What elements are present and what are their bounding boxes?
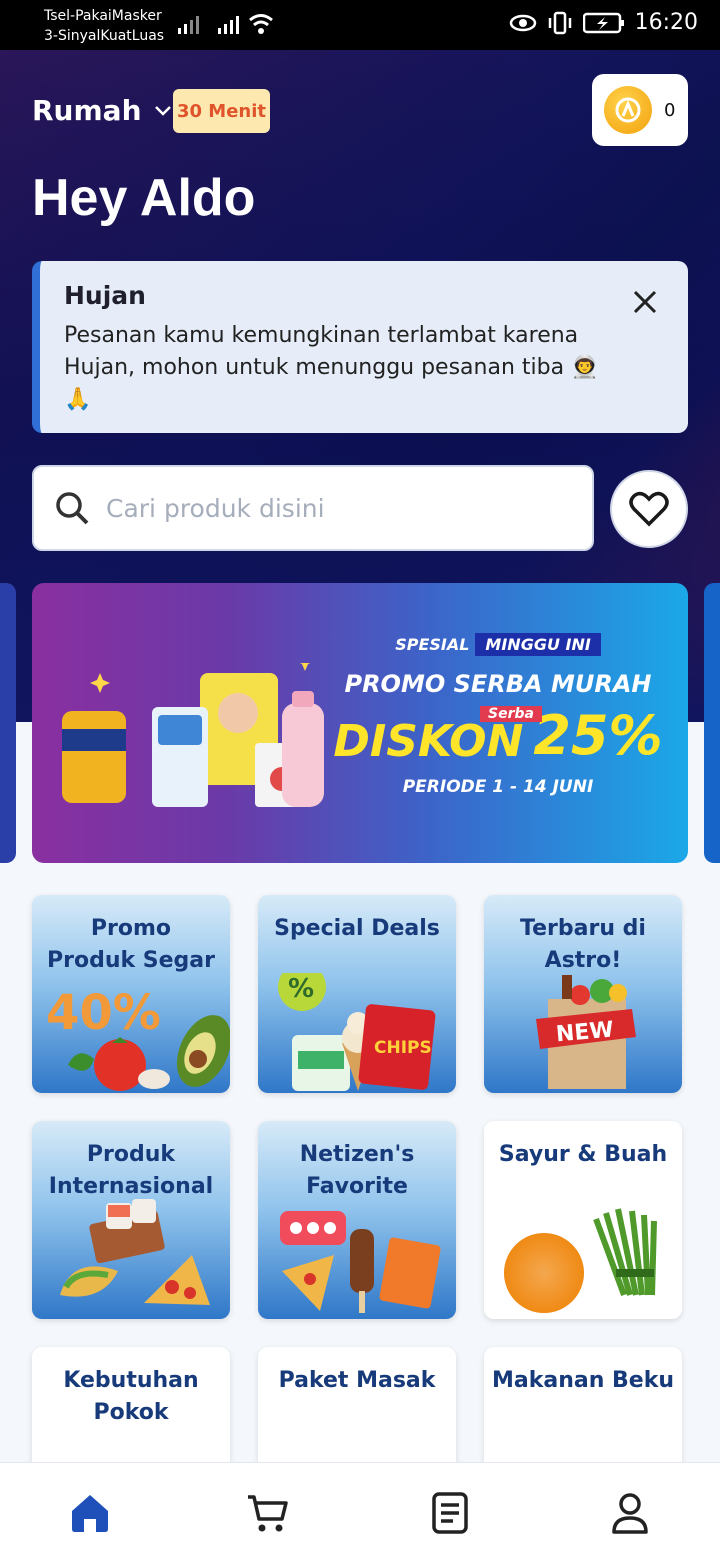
- category-label: Promo Produk Segar: [47, 916, 215, 973]
- location-selector[interactable]: Rumah: [32, 94, 172, 127]
- coin-count: 0: [664, 99, 676, 121]
- promo-40-text: 40%: [46, 985, 161, 1041]
- close-icon[interactable]: [630, 287, 660, 317]
- signal-icon: [218, 16, 239, 34]
- category-label: Terbaru di Astro!: [520, 916, 646, 973]
- category-label: Special Deals: [274, 916, 440, 941]
- category-promo-produk-segar[interactable]: Promo Produk Segar 40%: [32, 895, 230, 1093]
- banner-percent: 25%: [533, 704, 663, 767]
- banner-serba: Serba: [480, 706, 542, 722]
- home-icon[interactable]: [68, 1491, 112, 1535]
- coin-logo-icon: [615, 97, 641, 123]
- netizen-favorite-illustration: [280, 1211, 441, 1313]
- banner-text: SPESIAL MINGGU INI PROMO SERBA MURAH Ser…: [328, 633, 668, 797]
- wishlist-button[interactable]: [610, 470, 688, 548]
- search-input[interactable]: Cari produk disini: [32, 465, 594, 551]
- carrier-1: Tsel-PakaiMasker: [44, 8, 162, 24]
- banner-products-illustration: [62, 663, 324, 807]
- category-label: Produk Internasional: [48, 1142, 214, 1199]
- banner-next-peek[interactable]: [704, 583, 720, 863]
- banner-period: PERIODE 1 - 14 JUNI: [402, 777, 594, 797]
- profile-icon[interactable]: [608, 1491, 652, 1535]
- alert-body: Pesanan kamu kemungkinan terlambat karen…: [64, 323, 599, 412]
- category-label: Sayur & Buah: [498, 1142, 668, 1167]
- new-products-illustration: NEW: [536, 975, 636, 1089]
- weather-alert-card: Hujan Pesanan kamu kemungkinan terlambat…: [32, 261, 688, 433]
- location-label: Rumah: [32, 94, 142, 127]
- category-label: Kebutuhan Pokok: [63, 1368, 199, 1425]
- status-bar: Tsel-PakaiMasker 3-SinyalKuatLuas 16:20: [0, 0, 720, 50]
- banner-diskon: DISKON: [333, 716, 524, 767]
- chips-text: CHIPS: [374, 1038, 432, 1058]
- banner-week-pill: MINGGU INI: [475, 633, 601, 656]
- fresh-produce-illustration: 40%: [46, 985, 230, 1091]
- banner-headline: PROMO SERBA MURAH: [344, 670, 652, 698]
- carrier-2: 3-SinyalKuatLuas: [44, 28, 165, 44]
- greeting: Hey Aldo: [32, 169, 256, 227]
- category-special-deals[interactable]: Special Deals % CHIPS: [258, 895, 456, 1093]
- heart-icon: [629, 491, 669, 527]
- category-sayur-buah[interactable]: Sayur & Buah: [484, 1121, 682, 1319]
- search-placeholder: Cari produk disini: [106, 493, 325, 523]
- category-label: Netizen's Favorite: [299, 1142, 415, 1199]
- category-netizens-favorite[interactable]: Netizen's Favorite: [258, 1121, 456, 1319]
- category-label: Paket Masak: [278, 1368, 436, 1393]
- alert-title: Hujan: [64, 281, 146, 310]
- new-text: NEW: [555, 1017, 615, 1047]
- special-deals-illustration: % CHIPS: [278, 973, 436, 1091]
- banner-discount-row: Serba DISKON 25%: [328, 704, 668, 767]
- international-food-illustration: [60, 1199, 210, 1305]
- bottom-navigation: [0, 1462, 720, 1560]
- promo-banner[interactable]: SPESIAL MINGGU INI PROMO SERBA MURAH Ser…: [32, 583, 688, 863]
- category-produk-internasional[interactable]: Produk Internasional: [32, 1121, 230, 1319]
- cart-icon[interactable]: [246, 1491, 290, 1535]
- clock: 16:20: [634, 10, 698, 35]
- astro-coin-icon: [604, 86, 652, 134]
- svg-text:%: %: [288, 974, 314, 1004]
- coin-balance-button[interactable]: 0: [592, 74, 688, 146]
- vegetables-fruit-illustration: [504, 1208, 657, 1313]
- vibrate-icon: [548, 11, 571, 34]
- category-label: Makanan Beku: [491, 1368, 675, 1393]
- search-icon: [56, 492, 89, 525]
- eta-badge: 30 Menit: [173, 89, 270, 133]
- banner-line1: SPESIAL MINGGU INI: [328, 633, 668, 656]
- banner-prev-peek[interactable]: [0, 583, 16, 863]
- chevron-down-icon: [154, 105, 171, 116]
- wifi-icon: [249, 14, 273, 34]
- category-terbaru-di-astro[interactable]: Terbaru di Astro! NEW: [484, 895, 682, 1093]
- battery-icon: [582, 12, 624, 33]
- orders-icon[interactable]: [428, 1491, 472, 1535]
- banner-special: SPESIAL: [395, 635, 470, 654]
- eye-icon: [509, 14, 536, 31]
- signal-icon: [178, 16, 199, 34]
- carrier-info: Tsel-PakaiMasker 3-SinyalKuatLuas: [44, 6, 164, 46]
